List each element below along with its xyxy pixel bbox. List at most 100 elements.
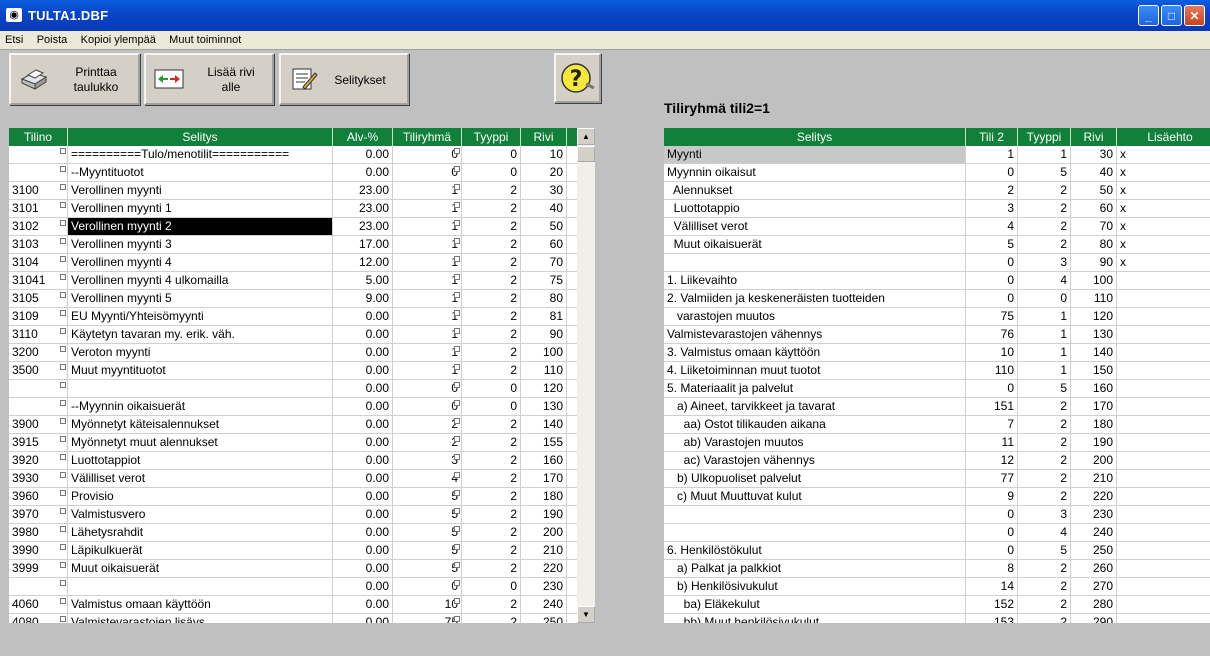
table-row[interactable]: 3200 Veroton myynti 0.00 1 2 100 — [9, 344, 577, 362]
accounts-cell-selitys[interactable]: Valmistevarastojen lisäys — [68, 614, 333, 623]
group-cell-tyyppi[interactable]: 2 — [1018, 416, 1071, 433]
group-cell-rivi[interactable]: 250 — [1071, 542, 1117, 559]
accounts-cell-selitys[interactable]: Myönnetyt muut alennukset — [68, 434, 333, 451]
accounts-cell-rivi[interactable]: 160 — [521, 452, 567, 469]
accounts-cell-selitys[interactable]: Muut oikaisuerät — [68, 560, 333, 577]
table-row[interactable]: 3103 Verollinen myynti 3 17.00 1 2 60 — [9, 236, 577, 254]
table-row[interactable]: 3999 Muut oikaisuerät 0.00 5 2 220 — [9, 560, 577, 578]
accounts-cell-tyyppi[interactable]: 2 — [462, 290, 521, 307]
accounts-cell-selitys[interactable]: ==========Tulo/menotilit=========== — [68, 146, 333, 163]
accounts-cell-tilino[interactable]: 4060 — [9, 596, 68, 613]
accounts-cell-tilino[interactable]: 3200 — [9, 344, 68, 361]
accounts-cell-selitys[interactable]: Välilliset verot — [68, 470, 333, 487]
accounts-cell-rivi[interactable]: 200 — [521, 524, 567, 541]
accounts-cell-rivi[interactable]: 100 — [521, 344, 567, 361]
group-cell-selitys[interactable]: bb) Muut henkilösivukulut — [664, 614, 966, 623]
group-cell-tyyppi[interactable]: 2 — [1018, 470, 1071, 487]
accounts-cell-tyyppi[interactable]: 0 — [462, 380, 521, 397]
group-cell-tili2[interactable]: 153 — [966, 614, 1018, 623]
accounts-cell-tilino[interactable]: 3960 — [9, 488, 68, 505]
group-cell-tyyppi[interactable]: 2 — [1018, 560, 1071, 577]
accounts-cell-tilino[interactable]: 3999 — [9, 560, 68, 577]
group-cell-tyyppi[interactable]: 2 — [1018, 434, 1071, 451]
group-cell-lisaehto[interactable] — [1117, 614, 1210, 623]
accounts-cell-alv[interactable]: 0.00 — [333, 308, 393, 325]
scroll-thumb[interactable] — [577, 146, 595, 162]
group-cell-rivi[interactable]: 240 — [1071, 524, 1117, 541]
scroll-down-arrow[interactable]: ▼ — [577, 606, 595, 623]
accounts-cell-tiliryhma[interactable]: 1 — [393, 308, 462, 325]
accounts-cell-tilino[interactable]: 3500 — [9, 362, 68, 379]
table-row[interactable]: ==========Tulo/menotilit=========== 0.00 0… — [9, 146, 577, 164]
accounts-cell-rivi[interactable]: 140 — [521, 416, 567, 433]
group-cell-tili2[interactable]: 2 — [966, 182, 1018, 199]
group-cell-lisaehto[interactable]: x — [1117, 146, 1210, 163]
group-cell-rivi[interactable]: 290 — [1071, 614, 1117, 623]
group-cell-rivi[interactable]: 260 — [1071, 560, 1117, 577]
accounts-cell-tyyppi[interactable]: 2 — [462, 200, 521, 217]
group-cell-tyyppi[interactable]: 5 — [1018, 164, 1071, 181]
accounts-cell-tyyppi[interactable]: 2 — [462, 434, 521, 451]
table-row[interactable]: b) Henkilösivukulut 14 2 270 — [664, 578, 1210, 596]
table-row[interactable]: 4060 Valmistus omaan käyttöön 0.00 10 2 240 — [9, 596, 577, 614]
table-row[interactable]: 3105 Verollinen myynti 5 9.00 1 2 80 — [9, 290, 577, 308]
accounts-cell-alv[interactable]: 0.00 — [333, 524, 393, 541]
group-cell-rivi[interactable]: 270 — [1071, 578, 1117, 595]
table-row[interactable]: --Myynnin oikaisuerät 0.00 0 0 130 — [9, 398, 577, 416]
accounts-cell-rivi[interactable]: 60 — [521, 236, 567, 253]
group-cell-tyyppi[interactable]: 2 — [1018, 182, 1071, 199]
accounts-cell-tiliryhma[interactable]: 1 — [393, 218, 462, 235]
group-cell-rivi[interactable]: 200 — [1071, 452, 1117, 469]
accounts-cell-alv[interactable]: 12.00 — [333, 254, 393, 271]
accounts-table-scrollbar[interactable]: ▲ ▼ — [577, 128, 595, 623]
accounts-cell-alv[interactable]: 23.00 — [333, 218, 393, 235]
group-cell-selitys[interactable]: Luottotappio — [664, 200, 966, 217]
accounts-cell-tyyppi[interactable]: 2 — [462, 362, 521, 379]
group-cell-lisaehto[interactable] — [1117, 506, 1210, 523]
accounts-cell-selitys[interactable]: Verollinen myynti 4 — [68, 254, 333, 271]
accounts-cell-tiliryhma[interactable]: 2 — [393, 416, 462, 433]
accounts-cell-selitys[interactable]: Myönnetyt käteisalennukset — [68, 416, 333, 433]
accounts-cell-rivi[interactable]: 81 — [521, 308, 567, 325]
accounts-cell-tyyppi[interactable]: 2 — [462, 272, 521, 289]
accounts-cell-tyyppi[interactable]: 2 — [462, 488, 521, 505]
group-cell-selitys[interactable]: 5. Materiaalit ja palvelut — [664, 380, 966, 397]
print-table-button[interactable]: Printtaa taulukko — [9, 53, 140, 105]
accounts-cell-rivi[interactable]: 220 — [521, 560, 567, 577]
group-header-selitys[interactable]: Selitys — [664, 128, 966, 146]
accounts-cell-selitys[interactable]: Verollinen myynti — [68, 182, 333, 199]
group-cell-tyyppi[interactable]: 1 — [1018, 146, 1071, 163]
accounts-cell-selitys[interactable]: Verollinen myynti 5 — [68, 290, 333, 307]
accounts-cell-alv[interactable]: 0.00 — [333, 344, 393, 361]
group-cell-tili2[interactable]: 76 — [966, 326, 1018, 343]
accounts-cell-rivi[interactable]: 70 — [521, 254, 567, 271]
group-cell-tili2[interactable]: 0 — [966, 524, 1018, 541]
table-row[interactable]: ab) Varastojen muutos 11 2 190 — [664, 434, 1210, 452]
accounts-cell-tilino[interactable]: 3110 — [9, 326, 68, 343]
accounts-cell-selitys[interactable]: EU Myynti/Yhteisömyynti — [68, 308, 333, 325]
group-cell-tyyppi[interactable]: 0 — [1018, 290, 1071, 307]
table-row[interactable]: 0 3 230 — [664, 506, 1210, 524]
accounts-cell-selitys[interactable] — [68, 380, 333, 397]
group-cell-tyyppi[interactable]: 2 — [1018, 578, 1071, 595]
table-row[interactable]: 3110 Käytetyn tavaran my. erik. väh. 0.00 1… — [9, 326, 577, 344]
accounts-cell-rivi[interactable]: 170 — [521, 470, 567, 487]
group-cell-rivi[interactable]: 160 — [1071, 380, 1117, 397]
accounts-cell-rivi[interactable]: 10 — [521, 146, 567, 163]
accounts-header-tyyppi[interactable]: Tyyppi — [462, 128, 521, 146]
group-cell-lisaehto[interactable] — [1117, 578, 1210, 595]
accounts-cell-tyyppi[interactable]: 2 — [462, 596, 521, 613]
accounts-cell-selitys[interactable]: Luottotappiot — [68, 452, 333, 469]
group-cell-selitys[interactable]: 6. Henkilöstökulut — [664, 542, 966, 559]
accounts-cell-alv[interactable]: 17.00 — [333, 236, 393, 253]
accounts-cell-alv[interactable]: 0.00 — [333, 560, 393, 577]
accounts-cell-selitys[interactable]: Valmistusvero — [68, 506, 333, 523]
group-cell-lisaehto[interactable] — [1117, 488, 1210, 505]
group-cell-tyyppi[interactable]: 3 — [1018, 254, 1071, 271]
accounts-cell-rivi[interactable]: 190 — [521, 506, 567, 523]
table-row[interactable]: 3102 Verollinen myynti 2 23.00 1 2 50 — [9, 218, 577, 236]
accounts-cell-rivi[interactable]: 230 — [521, 578, 567, 595]
accounts-cell-tiliryhma[interactable]: 3 — [393, 452, 462, 469]
accounts-cell-selitys[interactable]: Muut myyntituotot — [68, 362, 333, 379]
group-cell-selitys[interactable]: b) Ulkopuoliset palvelut — [664, 470, 966, 487]
